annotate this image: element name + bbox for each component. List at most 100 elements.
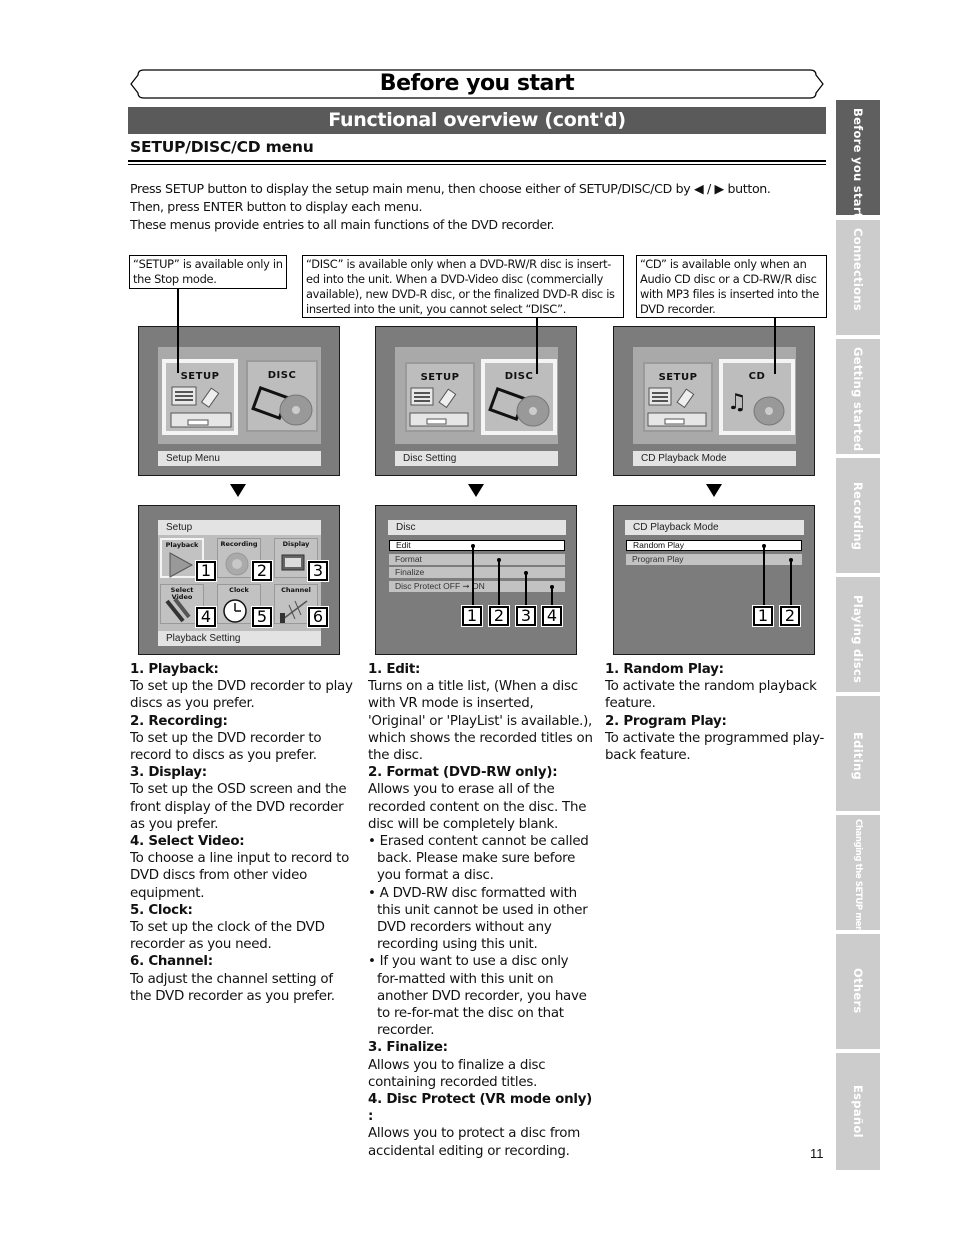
cd-tile[interactable]: CD ♫ xyxy=(719,359,795,435)
desc-bullet: • If you want to use a disc only for-mat… xyxy=(368,954,587,1039)
desc-heading: 1. Edit: xyxy=(368,662,421,677)
callout-number: 1 xyxy=(195,560,217,582)
disc-descriptions: 1. Edit: Turns on a title list, (When a … xyxy=(368,661,593,1160)
desc-heading: 5. Clock: xyxy=(130,902,193,918)
screen-title: Setup xyxy=(158,520,321,535)
callout-number: 6 xyxy=(307,606,329,628)
svg-text:♫: ♫ xyxy=(727,390,747,415)
section-title: Functional overview (cont'd) xyxy=(128,107,826,134)
screen-caption: Setup Menu xyxy=(158,451,321,466)
side-tab-editing[interactable]: Editing xyxy=(836,696,880,811)
side-tab-label: Before you start xyxy=(851,108,865,219)
side-tab-connections[interactable]: Connections xyxy=(836,220,880,335)
disc-menu-item-format[interactable]: Format xyxy=(389,554,565,565)
setup-tile[interactable]: SETUP xyxy=(162,359,238,435)
menu-panel: SETUP CD ♫ xyxy=(633,347,796,444)
callout-number: 2 xyxy=(488,605,510,627)
desc-heading: 2. Format (DVD-RW only): xyxy=(368,765,558,781)
desc-heading: 2. Program Play: xyxy=(605,713,727,729)
setup-main-screen: SETUP DISC Setup Menu xyxy=(138,326,340,476)
desc-heading: 4. Select Video: xyxy=(130,834,245,850)
screen-caption: Playback Setting xyxy=(158,631,321,646)
callout-line xyxy=(790,560,792,608)
down-arrow-icon xyxy=(706,484,722,497)
cd-menu-item-program-play[interactable]: Program Play xyxy=(626,554,802,565)
side-tab-changing-setup-menu[interactable]: Changing the SETUP menu xyxy=(836,815,880,937)
side-tab-playing-discs[interactable]: Playing discs xyxy=(836,577,880,692)
icon-label: Display xyxy=(282,540,310,548)
down-arrow-icon xyxy=(230,484,246,497)
side-tab-before-you-start[interactable]: Before you start xyxy=(836,100,880,219)
intro-line-1: Press SETUP button to display the setup … xyxy=(130,181,771,196)
desc-text: To choose a line input to record to DVD … xyxy=(130,851,350,901)
desc-bullet: • A DVD-RW disc formatted with this unit… xyxy=(368,885,588,953)
desc-heading: 1. Random Play: xyxy=(605,662,724,677)
callout-number: 3 xyxy=(515,605,537,627)
screen-title: CD Playback Mode xyxy=(625,520,804,535)
side-tab-others[interactable]: Others xyxy=(836,934,880,1049)
side-tab-recording[interactable]: Recording xyxy=(836,458,880,573)
disc-tile[interactable]: DISC xyxy=(246,360,318,432)
screen-caption: CD Playback Mode xyxy=(633,451,796,466)
side-tab-espanol[interactable]: Español xyxy=(836,1053,880,1170)
desc-heading: 1. Playback: xyxy=(130,662,219,677)
heading-rule-thin xyxy=(128,164,826,165)
desc-text: Allows you to protect a disc from accide… xyxy=(368,1126,580,1159)
setup-tile-label: SETUP xyxy=(420,372,460,383)
chapter-title: Before you start xyxy=(379,71,575,96)
desc-heading: 3. Display: xyxy=(130,765,207,781)
desc-text: To set up the DVD recorder to play discs… xyxy=(130,679,353,712)
callout-number: 4 xyxy=(195,606,217,628)
disc-menu-item-edit[interactable]: Edit xyxy=(389,540,565,551)
side-tab-label: Getting started xyxy=(851,347,865,452)
setup-tile[interactable]: SETUP xyxy=(643,362,713,432)
setup-devices-icon xyxy=(409,387,469,427)
callout-line xyxy=(498,560,500,608)
intro-text: Press SETUP button to display the setup … xyxy=(130,180,830,234)
callout-line xyxy=(472,546,474,608)
desc-text: To set up the DVD recorder to record to … xyxy=(130,730,322,764)
setup-descriptions: 1. Playback: To set up the DVD recorder … xyxy=(130,661,355,1005)
callout-line xyxy=(525,573,527,608)
film-disc-icon xyxy=(488,386,550,427)
film-disc-icon xyxy=(251,385,313,426)
side-tab-label: Connections xyxy=(851,228,865,312)
note-leader-line xyxy=(536,318,538,374)
callout-line xyxy=(551,587,553,608)
setup-sub-screen: Setup Playback Recording Display Select … xyxy=(138,505,340,655)
menu-panel: SETUP DISC xyxy=(395,347,558,444)
screen-caption: Disc Setting xyxy=(395,451,558,466)
setup-devices-icon xyxy=(170,386,232,428)
desc-heading: 3. Finalize: xyxy=(368,1040,448,1056)
desc-text: Turns on a title list, (When a disc with… xyxy=(368,679,593,764)
side-tab-getting-started[interactable]: Getting started xyxy=(836,339,880,454)
setup-tile[interactable]: SETUP xyxy=(405,362,475,432)
side-tab-label: Recording xyxy=(851,482,865,551)
intro-line-2: Then, press ENTER button to display each… xyxy=(130,199,423,214)
disc-menu-item-finalize[interactable]: Finalize xyxy=(389,567,565,578)
side-tab-label: Others xyxy=(851,968,865,1014)
icon-label: Playback xyxy=(165,541,199,549)
callout-number: 1 xyxy=(461,605,483,627)
cd-menu-item-random-play[interactable]: Random Play xyxy=(626,540,802,551)
callout-number: 5 xyxy=(251,606,273,628)
music-disc-icon: ♫ xyxy=(727,390,785,426)
desc-heading: 4. Disc Protect (VR mode only) : xyxy=(368,1092,593,1125)
note-disc: “DISC” is available only when a DVD-RW/R… xyxy=(302,255,624,318)
side-tab-label: Changing the SETUP menu xyxy=(853,819,863,938)
note-leader-line xyxy=(177,289,179,373)
sub-heading: SETUP/DISC/CD menu xyxy=(130,138,314,156)
heading-rule xyxy=(128,160,826,162)
desc-text: To adjust the channel setting of the DVD… xyxy=(130,971,335,1004)
setup-tile-label: SETUP xyxy=(658,372,698,383)
intro-line-3: These menus provide entries to all main … xyxy=(130,217,555,232)
desc-text: Allows you to erase all of the recorded … xyxy=(368,782,587,832)
cd-main-screen: SETUP CD ♫ CD Playback Mode xyxy=(613,326,815,476)
desc-bullet: • Erased content cannot be called back. … xyxy=(368,834,589,884)
side-tab-label: Español xyxy=(851,1085,865,1138)
desc-text: Allows you to finalize a disc containing… xyxy=(368,1057,546,1090)
desc-text: To set up the OSD screen and the front d… xyxy=(130,782,347,832)
cd-sub-screen: CD Playback Mode Random Play Program Pla… xyxy=(613,505,815,655)
disc-menu-item-disc-protect[interactable]: Disc Protect OFF ➞ ON xyxy=(389,581,565,592)
disc-tile[interactable]: DISC xyxy=(481,359,557,435)
